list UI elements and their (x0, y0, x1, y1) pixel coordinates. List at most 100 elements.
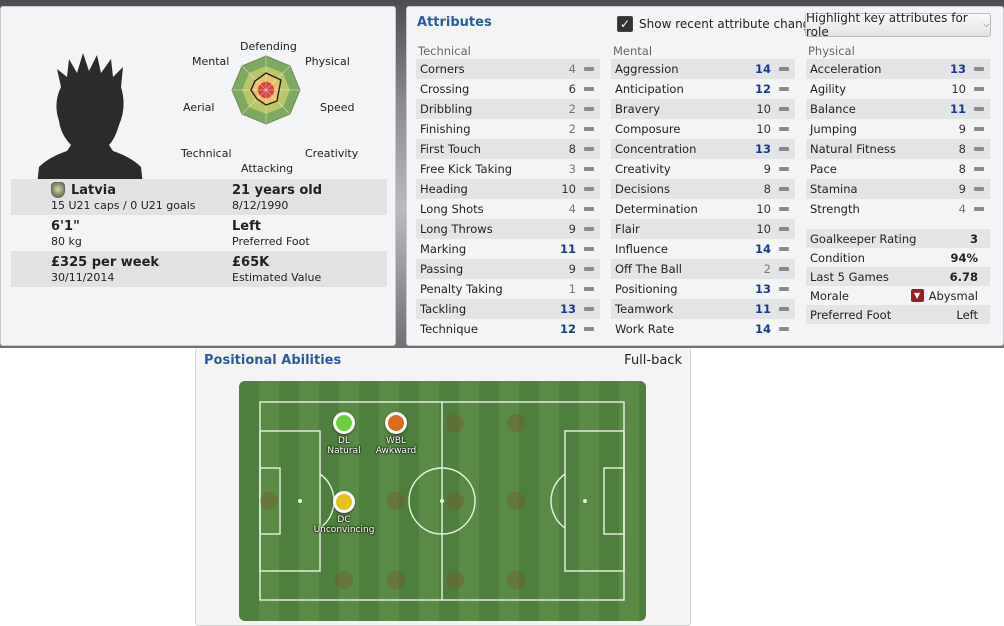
technical-attribute-row[interactable]: Crossing 6 (416, 79, 600, 99)
attribute-name: Finishing (420, 122, 471, 136)
attribute-value: 8 (958, 162, 966, 176)
physical-attribute-row[interactable]: Stamina 9 (806, 179, 990, 199)
physical-attribute-row[interactable]: Natural Fitness 8 (806, 139, 990, 159)
attribute-value: 2 (568, 122, 576, 136)
condition-row: Condition 94% (806, 248, 990, 267)
mental-attribute-row[interactable]: Off The Ball 2 (611, 259, 795, 279)
no-change-dash-icon (584, 167, 594, 171)
no-change-dash-icon (779, 147, 789, 151)
no-change-dash-icon (779, 187, 789, 191)
attribute-name: Flair (615, 222, 640, 236)
attribute-name: Work Rate (615, 322, 675, 336)
technical-attribute-row[interactable]: Passing 9 (416, 259, 600, 279)
position-label-dl: DL Natural (327, 436, 360, 456)
attribute-name: Off The Ball (615, 262, 683, 276)
no-change-dash-icon (584, 187, 594, 191)
unavailable-position-marker (446, 414, 464, 432)
no-change-dash-icon (974, 207, 984, 211)
radar-label-defending: Defending (240, 40, 297, 53)
technical-attribute-row[interactable]: Tackling 13 (416, 299, 600, 319)
attribute-value: 12 (559, 322, 576, 336)
technical-attribute-row[interactable]: Penalty Taking 1 (416, 279, 600, 299)
pref-foot-label: Preferred Foot (810, 307, 892, 322)
checkbox-checked-icon[interactable]: ✓ (617, 16, 633, 32)
mental-attribute-row[interactable]: Teamwork 11 (611, 299, 795, 319)
physical-attribute-row[interactable]: Agility 10 (806, 79, 990, 99)
mental-attribute-row[interactable]: Creativity 9 (611, 159, 795, 179)
goalkeeper-rating-label: Goalkeeper Rating (810, 231, 917, 246)
attribute-value: 2 (763, 262, 771, 276)
technical-attribute-row[interactable]: Free Kick Taking 3 (416, 159, 600, 179)
attribute-value: 9 (568, 262, 576, 276)
condition-value: 94% (950, 250, 978, 265)
attribute-value: 11 (754, 302, 771, 316)
mental-attribute-row[interactable]: Decisions 8 (611, 179, 795, 199)
positional-abilities-panel: Positional Abilities Full-back DL Natura… (195, 348, 691, 626)
radar-label-physical: Physical (305, 55, 350, 68)
technical-attribute-row[interactable]: Corners 4 (416, 59, 600, 79)
physical-attribute-row[interactable]: Pace 8 (806, 159, 990, 179)
no-change-dash-icon (779, 167, 789, 171)
physical-attribute-row[interactable]: Jumping 9 (806, 119, 990, 139)
position-dot-dc[interactable] (333, 491, 355, 513)
mental-attribute-row[interactable]: Flair 10 (611, 219, 795, 239)
radar-label-aerial: Aerial (183, 101, 215, 114)
technical-attribute-row[interactable]: Marking 11 (416, 239, 600, 259)
highlight-key-attributes-button[interactable]: Highlight key attributes for role ⌵ (805, 11, 991, 39)
physical-attribute-row[interactable]: Acceleration 13 (806, 59, 990, 79)
position-dot-dl[interactable] (333, 412, 355, 434)
mental-attribute-row[interactable]: Influence 14 (611, 239, 795, 259)
mental-attribute-row[interactable]: Positioning 13 (611, 279, 795, 299)
no-change-dash-icon (584, 287, 594, 291)
info-row-contract: £325 per week 30/11/2014 £65K Estimated … (11, 251, 387, 287)
show-recent-changes-toggle[interactable]: ✓ Show recent attribute changes (617, 16, 824, 32)
attribute-name: Natural Fitness (810, 142, 896, 156)
attribute-name: Tackling (420, 302, 467, 316)
technical-attribute-row[interactable]: Finishing 2 (416, 119, 600, 139)
physical-attribute-row[interactable]: Balance 11 (806, 99, 990, 119)
attribute-name: Bravery (615, 102, 661, 116)
mental-attribute-row[interactable]: Determination 10 (611, 199, 795, 219)
nationality[interactable]: Latvia (71, 182, 116, 199)
technical-attribute-row[interactable]: Long Throws 9 (416, 219, 600, 239)
attribute-value: 4 (568, 62, 576, 76)
highlight-button-label: Highlight key attributes for role (806, 11, 968, 39)
technical-attribute-row[interactable]: Technique 12 (416, 319, 600, 339)
technical-attribute-row[interactable]: Dribbling 2 (416, 99, 600, 119)
no-change-dash-icon (974, 147, 984, 151)
attribute-radar: Defending Mental Physical Aerial Speed T… (181, 35, 391, 177)
attribute-name: Aggression (615, 62, 679, 76)
attribute-value: 4 (568, 202, 576, 216)
physical-attribute-row[interactable]: Strength 4 (806, 199, 990, 219)
morale-value: Abysmal (928, 288, 978, 303)
mental-attribute-row[interactable]: Aggression 14 (611, 59, 795, 79)
attribute-name: Determination (615, 202, 698, 216)
mental-attribute-row[interactable]: Anticipation 12 (611, 79, 795, 99)
no-change-dash-icon (584, 267, 594, 271)
positional-role: Full-back (624, 353, 682, 368)
attributes-title: Attributes (417, 15, 492, 30)
preferred-foot-value: Left (232, 218, 261, 234)
attribute-value: 14 (754, 242, 771, 256)
no-change-dash-icon (584, 87, 594, 91)
mental-attribute-row[interactable]: Bravery 10 (611, 99, 795, 119)
no-change-dash-icon (779, 207, 789, 211)
mental-attribute-row[interactable]: Work Rate 14 (611, 319, 795, 339)
technical-attribute-row[interactable]: Long Shots 4 (416, 199, 600, 219)
goalkeeper-rating-row: Goalkeeper Rating 3 (806, 229, 990, 248)
attribute-name: Heading (420, 182, 468, 196)
last5-label: Last 5 Games (810, 269, 889, 284)
technical-attribute-row[interactable]: First Touch 8 (416, 139, 600, 159)
technical-column: Technical Corners 4 Crossing 6 Dribbling 2 Fin… (416, 44, 600, 339)
attribute-value: 13 (754, 282, 771, 296)
position-code-dl: DL (338, 436, 350, 446)
show-recent-changes-label: Show recent attribute changes (639, 17, 824, 31)
morale-row: Morale ▼ Abysmal (806, 286, 990, 305)
mental-attribute-row[interactable]: Concentration 13 (611, 139, 795, 159)
wage: £325 per week (51, 254, 160, 270)
position-dot-wbl[interactable] (385, 412, 407, 434)
mental-attribute-row[interactable]: Composure 10 (611, 119, 795, 139)
technical-attribute-row[interactable]: Heading 10 (416, 179, 600, 199)
latvia-crest-icon (51, 182, 65, 198)
unavailable-position-marker (446, 571, 464, 589)
